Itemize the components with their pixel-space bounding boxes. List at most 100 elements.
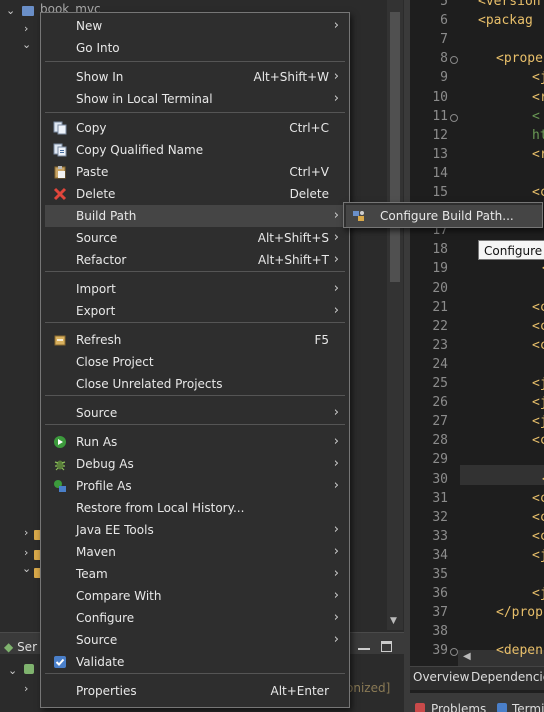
code-line[interactable]: <j	[532, 586, 544, 601]
menu-item-label: Delete	[76, 187, 116, 201]
menu-item-label: Paste	[76, 165, 109, 179]
menu-separator	[45, 673, 345, 674]
menu-item-source[interactable]: Source Alt+Shift+S ›	[45, 227, 345, 249]
code-line[interactable]: <packag	[478, 13, 533, 28]
menu-item-copy-qualified-name[interactable]: Copy Qualified Name	[45, 139, 345, 161]
code-line[interactable]: <r	[532, 90, 544, 105]
code-line[interactable]: <j	[532, 414, 544, 429]
scroll-left-arrow-icon[interactable]: ◀	[463, 651, 471, 662]
tree-collapse-icon[interactable]: ›	[24, 546, 28, 559]
menu-item-label: Source	[76, 231, 118, 245]
menu-item-configure[interactable]: Configure ›	[45, 607, 345, 629]
code-line[interactable]: <r	[532, 147, 544, 162]
tab-dependencies[interactable]: Dependencies	[471, 670, 544, 684]
menu-item-show-in[interactable]: Show In Alt+Shift+W ›	[45, 66, 345, 88]
code-line[interactable]: <j	[532, 376, 544, 391]
line-number: 10	[432, 89, 448, 105]
fold-toggle-icon[interactable]	[450, 648, 458, 657]
menu-item-go-into[interactable]: Go Into	[45, 37, 345, 59]
code-line[interactable]: <c	[532, 185, 544, 200]
menu-item-delete[interactable]: Delete Delete	[45, 183, 345, 205]
code-line[interactable]: <c	[532, 433, 544, 448]
menu-item-close-unrelated-projects[interactable]: Close Unrelated Projects	[45, 373, 345, 395]
menu-item-run-as[interactable]: Run As ›	[45, 431, 345, 453]
menu-item-debug-as[interactable]: Debug As ›	[45, 453, 345, 475]
submenu-arrow-icon: ›	[333, 544, 339, 559]
code-line[interactable]: ht	[532, 128, 544, 143]
menu-item-label: Close Project	[76, 355, 154, 369]
tree-expand-icon[interactable]: ⌄	[6, 4, 15, 17]
scrollbar-thumb[interactable]	[390, 12, 400, 282]
menu-item-label: Show In	[76, 70, 124, 84]
menu-item-export[interactable]: Export ›	[45, 300, 345, 322]
code-line[interactable]: <j	[532, 70, 544, 85]
menu-item-copy[interactable]: Copy Ctrl+C	[45, 117, 345, 139]
menu-item-label: New	[76, 19, 103, 33]
code-line[interactable]: <c	[532, 491, 544, 506]
menu-item-label: Run As	[76, 435, 118, 449]
servers-tab-label: Ser	[17, 640, 37, 654]
menu-item-label: Source	[76, 406, 118, 420]
menu-item-close-project[interactable]: Close Project	[45, 351, 345, 373]
tab-terminal[interactable]: Termi	[512, 702, 544, 712]
menu-item-show-in-local-terminal[interactable]: Show in Local Terminal ›	[45, 88, 345, 110]
server-icon	[24, 664, 34, 674]
fold-toggle-icon[interactable]	[450, 113, 458, 122]
code-line[interactable]: <c	[532, 529, 544, 544]
code-line[interactable]: <c	[532, 338, 544, 353]
scroll-down-arrow-icon[interactable]: ▼	[390, 616, 397, 626]
code-line[interactable]: <	[532, 109, 540, 124]
tab-problems[interactable]: Problems	[431, 702, 486, 712]
menu-item-source[interactable]: Source ›	[45, 402, 345, 424]
tree-collapse-icon[interactable]: ›	[24, 526, 28, 539]
menu-item-configure-build-path[interactable]: Configure Build Path...	[346, 205, 542, 227]
code-line[interactable]: <j	[532, 548, 544, 563]
menu-item-java-ee-tools[interactable]: Java EE Tools ›	[45, 519, 345, 541]
menu-item-paste[interactable]: Paste Ctrl+V	[45, 161, 345, 183]
line-number: 23	[432, 337, 448, 353]
vertical-scrollbar[interactable]	[387, 0, 403, 630]
menu-item-label: Build Path	[76, 209, 137, 223]
menu-item-source[interactable]: Source ›	[45, 629, 345, 651]
code-line[interactable]: <version	[478, 0, 541, 9]
menu-item-restore-from-local-history[interactable]: Restore from Local History...	[45, 497, 345, 519]
server-status-text: onized]	[346, 681, 391, 695]
debug-icon	[54, 460, 66, 471]
menu-item-team[interactable]: Team ›	[45, 563, 345, 585]
code-line[interactable]: <c	[532, 510, 544, 525]
servers-tab[interactable]: ◆ Ser	[4, 640, 37, 654]
menu-item-maven[interactable]: Maven ›	[45, 541, 345, 563]
code-line[interactable]: <j	[532, 395, 544, 410]
menu-item-validate[interactable]: Validate	[45, 651, 345, 673]
tree-expand-icon[interactable]: ⌄	[8, 664, 17, 677]
code-line[interactable]: </prop	[496, 605, 543, 620]
submenu-arrow-icon: ›	[333, 566, 339, 581]
tree-expand-icon[interactable]: ⌄	[22, 38, 31, 51]
tree-expand-icon[interactable]: ⌄	[22, 562, 31, 575]
menu-item-properties[interactable]: Properties Alt+Enter	[45, 680, 345, 702]
tab-overview[interactable]: Overview	[413, 670, 470, 684]
menu-item-build-path[interactable]: Build Path ›	[45, 205, 345, 227]
menu-item-refresh[interactable]: Refresh F5	[45, 329, 345, 351]
menu-item-label: Java EE Tools	[76, 523, 154, 537]
maximize-button[interactable]	[381, 641, 392, 652]
menu-separator	[45, 424, 345, 425]
code-line[interactable]: <c	[532, 300, 544, 315]
line-number: 24	[432, 356, 448, 372]
line-number: 14	[432, 165, 448, 181]
minimize-button[interactable]	[358, 640, 370, 650]
tree-collapse-icon[interactable]: ›	[24, 682, 28, 695]
menu-item-profile-as[interactable]: Profile As ›	[45, 475, 345, 497]
menu-item-new[interactable]: New ›	[45, 15, 345, 37]
code-line[interactable]: <prope	[496, 51, 543, 66]
menu-item-import[interactable]: Import ›	[45, 278, 345, 300]
current-line-highlight	[460, 465, 544, 485]
code-line[interactable]: <c	[532, 319, 544, 334]
tree-collapse-icon[interactable]: ›	[24, 22, 28, 35]
menu-item-compare-with[interactable]: Compare With ›	[45, 585, 345, 607]
menu-item-refactor[interactable]: Refactor Alt+Shift+T ›	[45, 249, 345, 271]
menu-item-label: Copy	[76, 121, 107, 135]
line-number: 5	[440, 0, 448, 9]
line-number: 25	[432, 376, 448, 391]
code-line[interactable]: <depen	[496, 643, 543, 658]
